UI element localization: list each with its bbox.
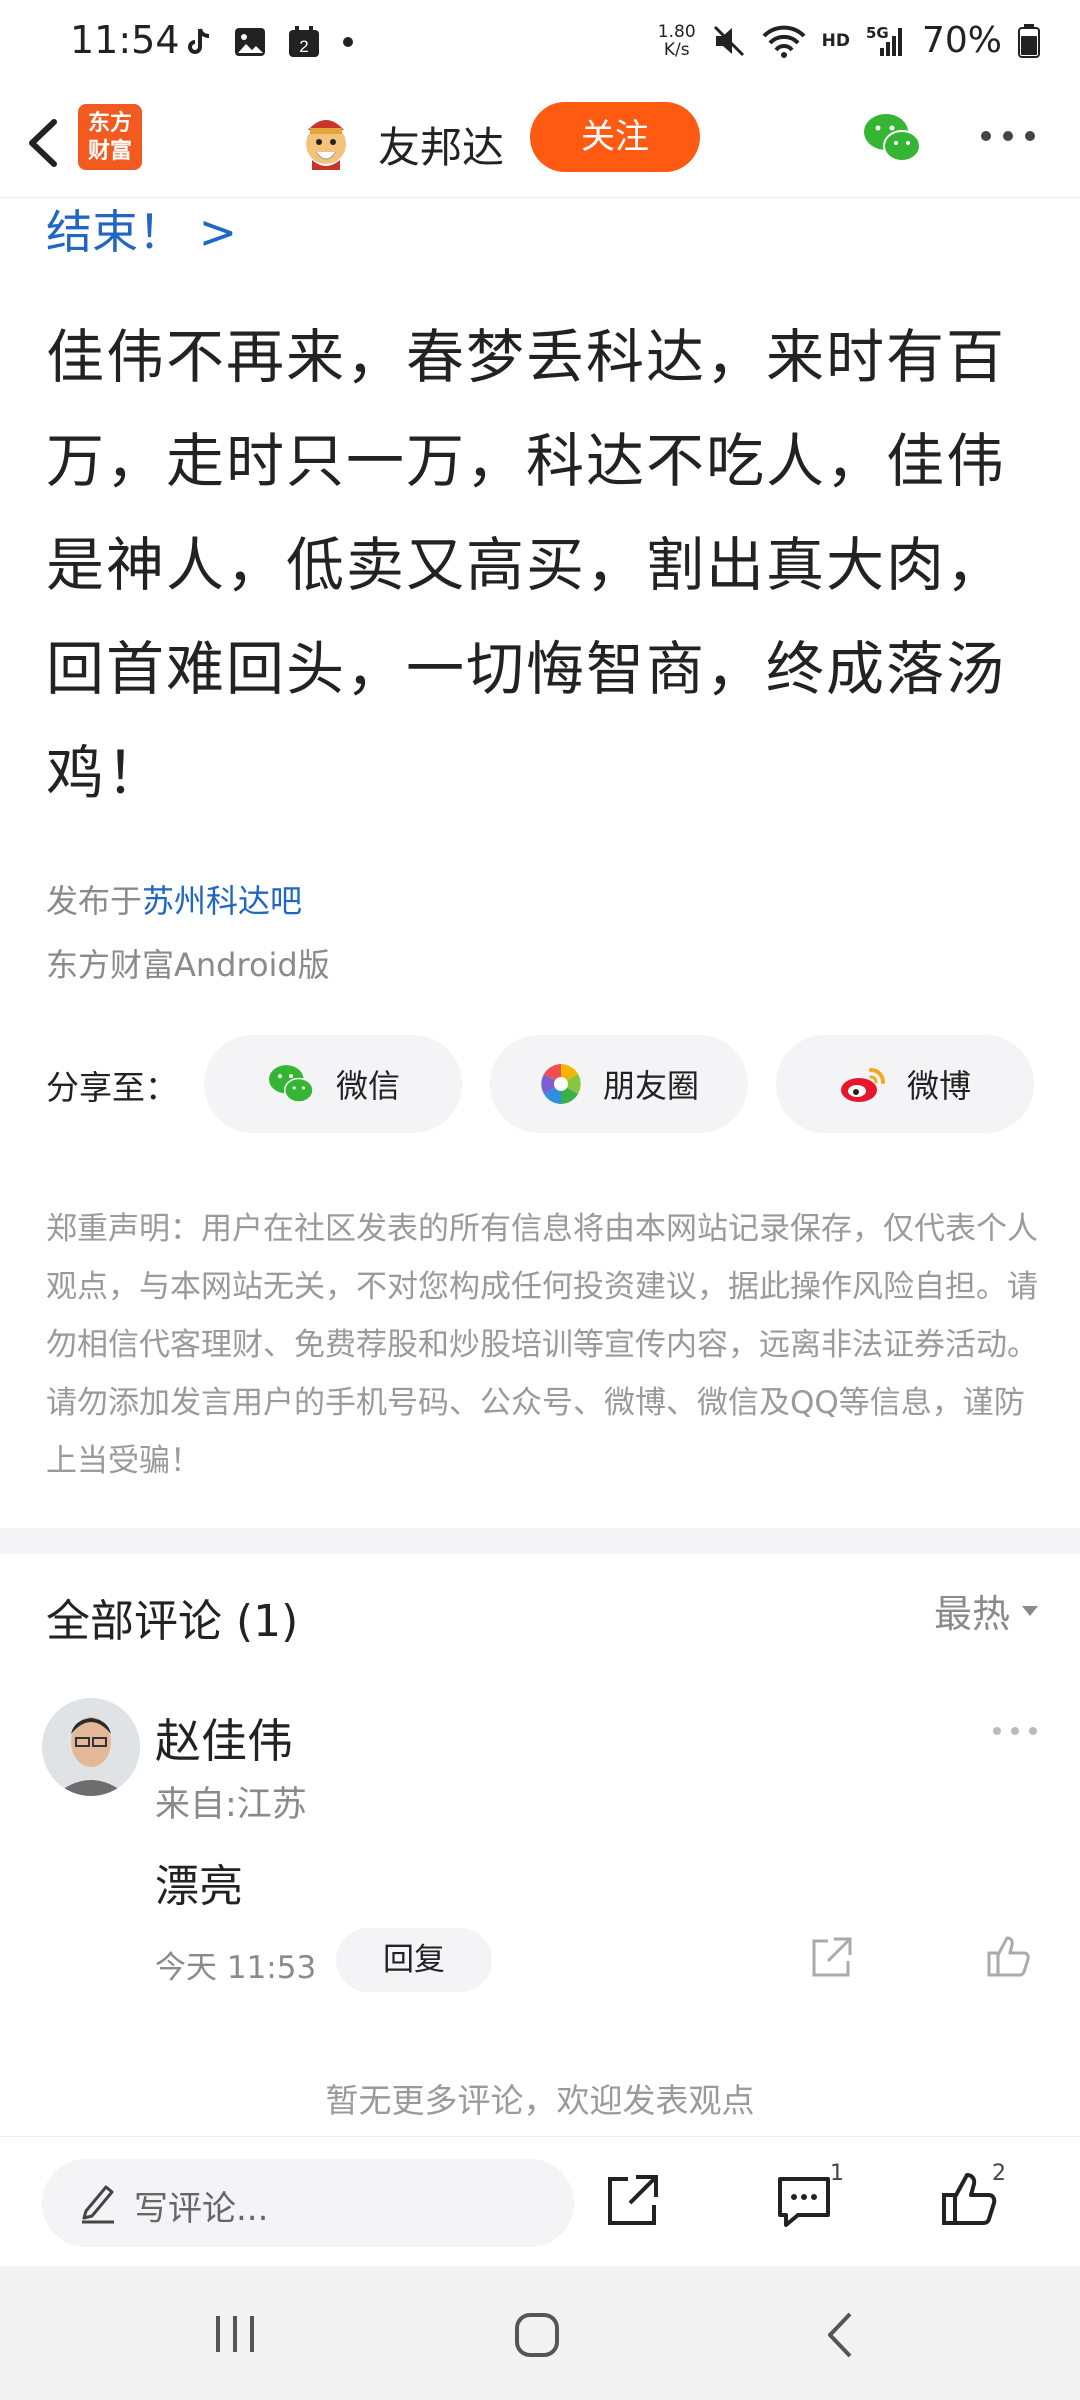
post-client: 东方财富Android版 — [46, 946, 330, 984]
battery-icon — [1018, 23, 1040, 58]
share-weibo-button[interactable]: 微博 — [776, 1035, 1034, 1133]
mute-icon — [713, 25, 744, 56]
pencil-icon — [82, 2185, 114, 2224]
post-source-prefix: 发布于 — [46, 882, 143, 920]
follow-button[interactable]: 关注 — [530, 102, 700, 172]
status-bar: 11:54 2 1.80 K/s HD 5G 70% — [0, 0, 1080, 88]
weibo-icon — [840, 1068, 885, 1102]
net-speed-value: 1.80 — [657, 21, 696, 42]
net-speed-unit: K/s — [663, 39, 690, 60]
comment-input-placeholder: 写评论... — [134, 2189, 269, 2229]
article-link-tail[interactable]: 结束！ > — [46, 196, 237, 262]
share-label: 分享至： — [46, 1068, 178, 1107]
bar-link[interactable]: 苏州科达吧 — [142, 882, 302, 920]
wechat-icon — [268, 1065, 314, 1103]
net-speed: 1.80 K/s — [658, 23, 696, 59]
app-logo-line1: 东方 — [87, 111, 132, 136]
comment-username[interactable]: 赵佳伟 — [155, 1705, 293, 1771]
share-wechat-button[interactable]: 微信 — [204, 1035, 462, 1133]
comment-location: 来自:江苏 — [155, 1785, 307, 1825]
avatar[interactable] — [42, 1698, 140, 1796]
share-weibo-label: 微博 — [906, 1067, 971, 1105]
section-divider — [0, 1528, 1080, 1554]
no-more-comments: 暂无更多评论，欢迎发表观点 — [325, 2081, 755, 2120]
share-icon[interactable] — [808, 1935, 854, 1981]
signal-icon: 5G — [866, 24, 906, 58]
thumbs-up-icon[interactable] — [940, 2169, 1000, 2229]
share-moments-button[interactable]: 朋友圈 — [490, 1035, 748, 1133]
app-logo[interactable]: 东方 财富 — [78, 104, 142, 170]
author-avatar-icon[interactable] — [298, 110, 354, 170]
home-icon[interactable] — [512, 2310, 562, 2360]
comment-more-icon[interactable] — [992, 1725, 1038, 1737]
sort-dropdown[interactable]: 最热 — [934, 1583, 1040, 1638]
like-count-badge: 2 — [992, 2161, 1006, 2186]
comment-input[interactable]: 写评论... — [42, 2159, 574, 2247]
comment-text: 漂亮 — [155, 1861, 243, 1912]
app-logo-line2: 财富 — [87, 139, 132, 164]
system-nav-bar — [0, 2266, 1080, 2400]
moments-icon — [541, 1064, 581, 1104]
reply-button[interactable]: 回复 — [336, 1928, 492, 1992]
caret-down-icon — [1022, 1605, 1038, 1616]
share-icon[interactable] — [604, 2173, 660, 2229]
top-header: 东方 财富 友邦达 关注 — [0, 88, 1080, 198]
hd-label: HD — [821, 30, 850, 51]
more-icon[interactable] — [980, 128, 1036, 144]
tiktok-icon — [188, 28, 210, 54]
dot-icon — [343, 37, 353, 47]
share-row: 分享至： 微信 朋友圈 微博 — [46, 1035, 1036, 1135]
calendar-badge: 2 — [299, 37, 308, 56]
share-moments-label: 朋友圈 — [602, 1067, 699, 1105]
wechat-icon[interactable] — [862, 110, 922, 166]
wifi-icon — [762, 25, 806, 58]
share-wechat-label: 微信 — [335, 1067, 400, 1105]
back-icon[interactable] — [820, 2308, 860, 2362]
comment-count-badge: 1 — [830, 2161, 844, 2186]
author-name[interactable]: 友邦达 — [378, 114, 504, 175]
comments-title: 全部评论 (1) — [46, 1596, 299, 1647]
calendar-icon: 2 — [289, 26, 319, 57]
disclaimer: 郑重声明：用户在社区发表的所有信息将由本网站记录保存，仅代表个人观点，与本网站无… — [46, 1211, 1038, 1479]
notification-icons: 2 — [186, 26, 354, 58]
gallery-icon — [235, 28, 265, 56]
post-source: 发布于苏州科达吧 — [46, 876, 302, 922]
article-body: 佳伟不再来，春梦丢科达，来时有百万，走时只一万，科达不吃人，佳伟是神人，低卖又高… — [46, 323, 1007, 807]
system-icons: 1.80 K/s HD 5G 70% — [658, 20, 1040, 61]
back-arrow-icon[interactable] — [18, 108, 68, 178]
user-avatar-icon — [42, 1698, 140, 1796]
recents-icon[interactable] — [210, 2312, 260, 2356]
status-time: 11:54 — [70, 18, 180, 62]
comment-icon[interactable] — [774, 2171, 834, 2231]
battery-level: 70% — [921, 20, 1002, 61]
thumbs-up-icon[interactable] — [986, 1933, 1032, 1979]
sort-label: 最热 — [933, 1592, 1010, 1636]
comment-time: 今天 11:53 — [155, 1950, 317, 1986]
bottom-action-bar: 写评论... 1 2 — [0, 2136, 1080, 2266]
